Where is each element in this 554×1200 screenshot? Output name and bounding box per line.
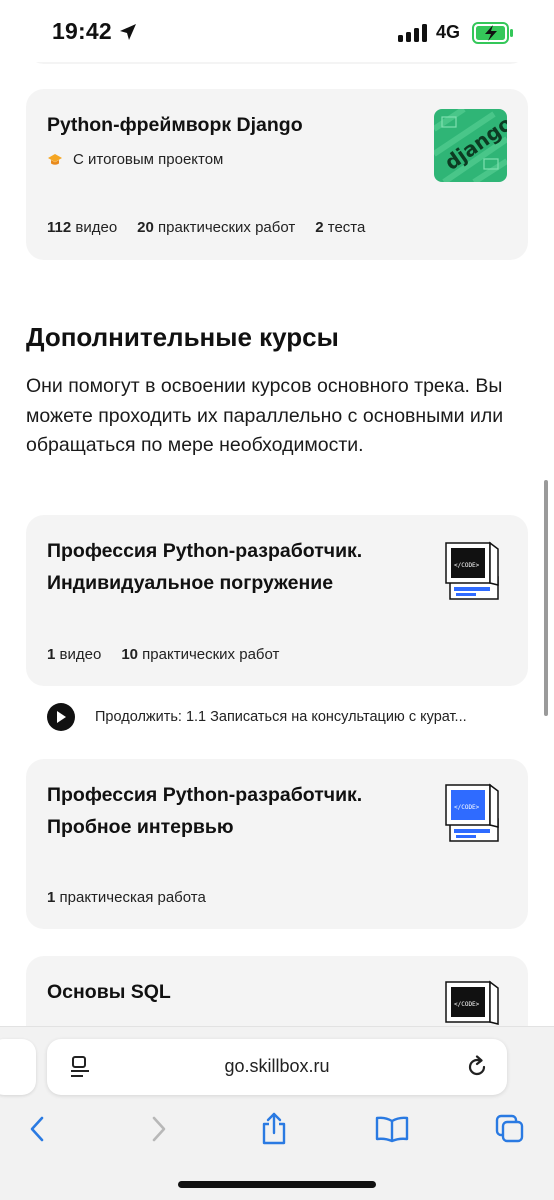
course-title: Профессия Python-разработчик. Индивидуал… — [47, 540, 363, 594]
reload-icon[interactable] — [465, 1055, 489, 1079]
course-stats: 112 видео 20 практических работ 2 теста — [47, 219, 365, 236]
stat-practice: 20 практических работ — [137, 219, 296, 236]
location-arrow-icon — [120, 24, 136, 40]
play-icon[interactable] — [47, 703, 75, 731]
home-indicator[interactable] — [178, 1181, 376, 1188]
svg-text:</CODE>: </CODE> — [454, 804, 480, 811]
svg-text:</CODE>: </CODE> — [454, 562, 480, 569]
course-stats: 1 практическая работа — [47, 889, 206, 906]
stat-practice: 1 практическая работа — [47, 889, 206, 906]
network-type: 4G — [436, 22, 461, 42]
status-time: 19:42 — [52, 18, 112, 44]
bookmarks-button[interactable] — [374, 1111, 410, 1147]
server-illustration-icon: </CODE> — [445, 783, 499, 842]
status-bar: 19:42 4G — [0, 0, 554, 62]
book-icon — [375, 1116, 409, 1143]
page-scrollbar[interactable] — [544, 480, 548, 716]
cellular-signal-icon — [398, 24, 427, 42]
badge-text: С итоговым проектом — [73, 151, 224, 168]
course-stats: 1 видео 10 практических работ — [47, 646, 279, 663]
battery-charging-icon — [472, 22, 513, 44]
forward-button[interactable] — [140, 1111, 176, 1147]
course-card-immersion[interactable]: Профессия Python-разработчик. Индивидуал… — [26, 515, 528, 686]
final-project-badge: С итоговым проектом — [47, 151, 223, 168]
section-description: Они помогут в освоении курсов основного … — [26, 375, 504, 456]
stat-videos: 1 видео — [47, 646, 102, 663]
continue-text: Продолжить: 1.1 Записаться на консультац… — [95, 709, 467, 725]
chevron-left-icon — [30, 1116, 44, 1142]
course-title: Python-фреймворк Django — [47, 114, 303, 136]
course-card-interview[interactable]: Профессия Python-разработчик. Пробное ин… — [26, 759, 528, 929]
svg-text:</CODE>: </CODE> — [454, 1001, 480, 1008]
url-text: go.skillbox.ru — [224, 1056, 330, 1076]
server-illustration-icon: </CODE> — [445, 541, 499, 600]
graduation-cap-icon — [48, 153, 62, 165]
address-bar[interactable]: go.skillbox.ru — [47, 1039, 507, 1095]
browser-toolbar: go.skillbox.ru — [0, 1026, 554, 1200]
share-icon — [262, 1112, 286, 1145]
chevron-right-icon — [152, 1116, 166, 1142]
share-button[interactable] — [256, 1111, 292, 1147]
stat-videos: 112 видео — [47, 219, 118, 236]
continue-lesson-link[interactable]: Продолжить: 1.1 Записаться на консультац… — [47, 703, 467, 731]
stat-practice: 10 практических работ — [121, 646, 280, 663]
tabs-button[interactable] — [492, 1111, 528, 1147]
section-title: Дополнительные курсы — [26, 322, 339, 352]
stat-tests: 2 теста — [315, 219, 366, 236]
tabs-icon — [495, 1114, 524, 1143]
course-card-django[interactable]: Python-фреймворк Django С итоговым проек… — [26, 89, 528, 260]
previous-tab-preview[interactable] — [0, 1039, 36, 1095]
back-button[interactable] — [20, 1111, 56, 1147]
course-title: Профессия Python-разработчик. Пробное ин… — [47, 784, 363, 838]
course-title: Основы SQL — [47, 981, 171, 1003]
django-course-thumbnail: django — [434, 109, 507, 182]
